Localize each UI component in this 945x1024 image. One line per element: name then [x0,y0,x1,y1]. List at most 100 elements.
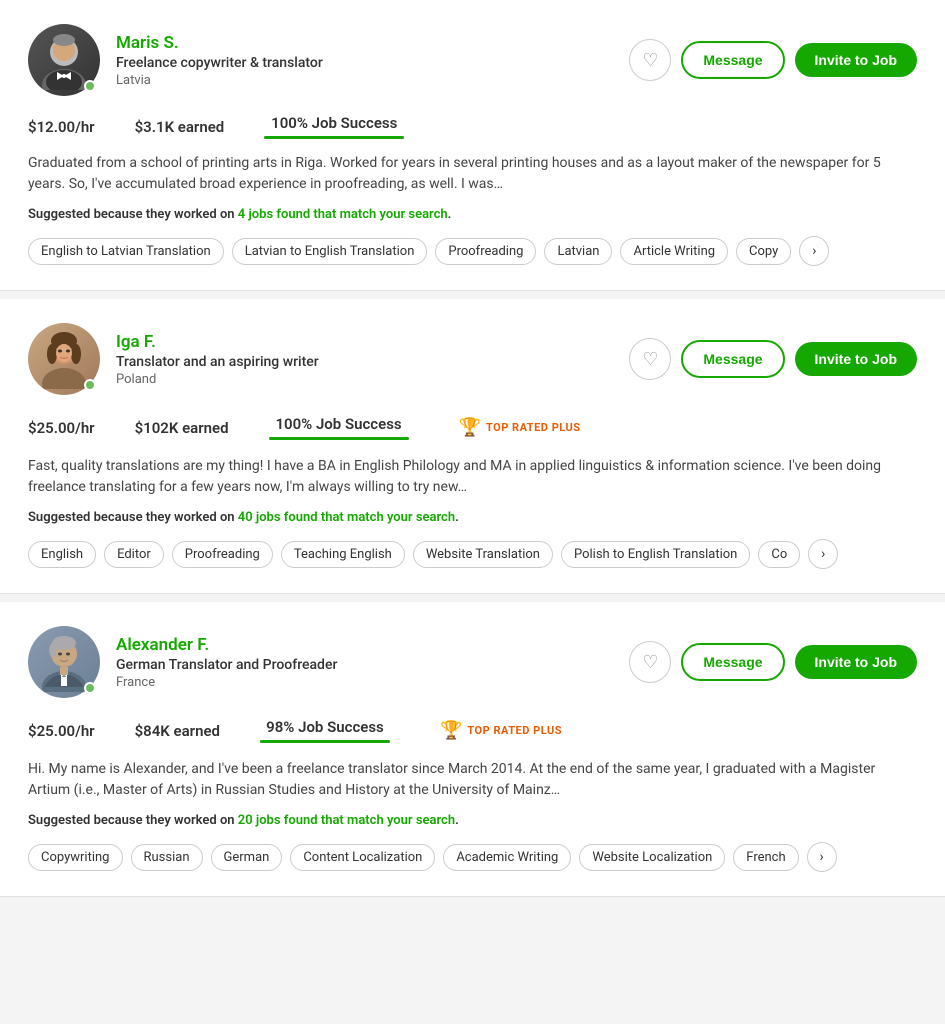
suggested-jobs-link[interactable]: 4 jobs found that match your search [238,207,448,222]
earned-value: $3.1K earned [135,118,225,136]
job-success-stat: 98% Job Success [260,718,390,743]
earned-stat: $102K earned [135,419,229,437]
earned-stat: $84K earned [135,722,220,740]
top-rated-badge: 🏆 TOP RATED PLUS [449,413,591,442]
job-success-stat: 100% Job Success [264,114,404,139]
card-header: Alexander F. German Translator and Proof… [28,626,917,698]
online-indicator [84,682,96,694]
avatar-wrapper [28,323,100,395]
bio-text: Graduated from a school of printing arts… [28,153,917,195]
stats-row: $25.00/hr $84K earned 98% Job Success 🏆 … [28,716,917,745]
profile-title: German Translator and Proofreader [116,657,629,673]
skills-row: English Editor Proofreading Teaching Eng… [28,539,917,569]
profile-info: Iga F. Translator and an aspiring writer… [116,332,629,387]
suggested-jobs-link[interactable]: 40 jobs found that match your search [238,510,455,525]
skills-row: Copywriting Russian German Content Local… [28,842,917,872]
skills-row: English to Latvian Translation Latvian t… [28,236,917,266]
message-button[interactable]: Message [681,340,784,378]
skill-tag[interactable]: Academic Writing [443,844,571,871]
invite-button[interactable]: Invite to Job [795,342,917,376]
stats-row: $12.00/hr $3.1K earned 100% Job Success [28,114,917,139]
profile-location: Poland [116,372,629,387]
skill-tag[interactable]: Proofreading [172,541,273,568]
avatar-wrapper [28,24,100,96]
rate-value: $25.00/hr [28,722,95,740]
profile-name[interactable]: Iga F. [116,332,629,352]
skill-tag[interactable]: Latvian [544,238,612,265]
skill-tag[interactable]: Co [758,541,800,568]
job-success-value: 100% Job Success [275,415,401,433]
skill-tag[interactable]: Russian [131,844,203,871]
rate-stat: $25.00/hr [28,722,95,740]
top-rated-icon: 🏆 [440,720,462,741]
bio-text: Fast, quality translations are my thing!… [28,456,917,498]
suggested-text: Suggested because they worked on 20 jobs… [28,813,917,828]
bio-text: Hi. My name is Alexander, and I've been … [28,759,917,801]
skills-more-arrow[interactable]: › [808,539,838,569]
favorite-button[interactable]: ♡ [629,39,671,81]
job-success-stat: 100% Job Success [269,415,409,440]
favorite-button[interactable]: ♡ [629,641,671,683]
skill-tag[interactable]: Content Localization [290,844,435,871]
profile-title: Translator and an aspiring writer [116,354,629,370]
skill-tag[interactable]: Polish to English Translation [561,541,750,568]
skills-more-arrow[interactable]: › [807,842,837,872]
card-header: Maris S. Freelance copywriter & translat… [28,24,917,96]
profile-name[interactable]: Alexander F. [116,635,629,655]
rate-stat: $12.00/hr [28,118,95,136]
job-success-value: 100% Job Success [271,114,397,132]
top-rated-label: TOP RATED PLUS [467,724,562,737]
profile-title: Freelance copywriter & translator [116,55,629,71]
skill-tag[interactable]: Editor [104,541,164,568]
skill-tag[interactable]: Website Translation [413,541,553,568]
message-button[interactable]: Message [681,643,784,681]
freelancer-card-iga: Iga F. Translator and an aspiring writer… [0,299,945,594]
job-success-bar [264,136,404,139]
freelancer-card-maris: Maris S. Freelance copywriter & translat… [0,0,945,291]
skill-tag[interactable]: English [28,541,96,568]
avatar-wrapper [28,626,100,698]
skill-tag[interactable]: Copywriting [28,844,123,871]
card-actions: ♡ Message Invite to Job [629,39,917,81]
skill-tag[interactable]: Latvian to English Translation [232,238,428,265]
skill-tag[interactable]: Copy [736,238,791,265]
profile-name[interactable]: Maris S. [116,33,629,53]
profile-info: Alexander F. German Translator and Proof… [116,635,629,690]
job-success-bar [269,437,409,440]
profile-info: Maris S. Freelance copywriter & translat… [116,33,629,88]
favorite-button[interactable]: ♡ [629,338,671,380]
earned-value: $102K earned [135,419,229,437]
freelancer-card-alexander: Alexander F. German Translator and Proof… [0,602,945,897]
job-success-value: 98% Job Success [266,718,384,736]
skill-tag[interactable]: German [211,844,283,871]
top-rated-icon: 🏆 [459,417,481,438]
rate-value: $12.00/hr [28,118,95,136]
top-rated-label: TOP RATED PLUS [486,421,581,434]
skill-tag[interactable]: Website Localization [579,844,725,871]
card-actions: ♡ Message Invite to Job [629,641,917,683]
skill-tag[interactable]: Article Writing [620,238,728,265]
message-button[interactable]: Message [681,41,784,79]
profile-location: France [116,675,629,690]
online-indicator [84,80,96,92]
invite-button[interactable]: Invite to Job [795,645,917,679]
earned-stat: $3.1K earned [135,118,225,136]
skills-more-arrow[interactable]: › [799,236,829,266]
job-success-bar [260,740,390,743]
top-rated-badge: 🏆 TOP RATED PLUS [430,716,572,745]
suggested-text: Suggested because they worked on 40 jobs… [28,510,917,525]
skill-tag[interactable]: English to Latvian Translation [28,238,224,265]
suggested-text: Suggested because they worked on 4 jobs … [28,207,917,222]
rate-value: $25.00/hr [28,419,95,437]
profile-location: Latvia [116,73,629,88]
earned-value: $84K earned [135,722,220,740]
skill-tag[interactable]: Teaching English [281,541,405,568]
invite-button[interactable]: Invite to Job [795,43,917,77]
online-indicator [84,379,96,391]
card-actions: ♡ Message Invite to Job [629,338,917,380]
suggested-jobs-link[interactable]: 20 jobs found that match your search [238,813,455,828]
skill-tag[interactable]: Proofreading [435,238,536,265]
rate-stat: $25.00/hr [28,419,95,437]
skill-tag[interactable]: French [733,844,798,871]
card-header: Iga F. Translator and an aspiring writer… [28,323,917,395]
